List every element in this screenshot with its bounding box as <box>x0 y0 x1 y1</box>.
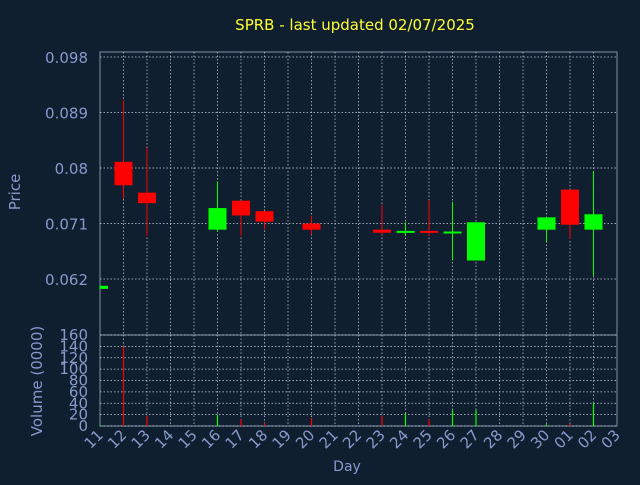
volume-bar <box>545 424 548 426</box>
candle-body <box>537 217 556 230</box>
price-tick-label: 0.062 <box>45 271 88 289</box>
volume-bar <box>122 346 125 426</box>
candle-body <box>302 223 321 230</box>
candle-body <box>232 200 250 216</box>
price-tick-label: 0.098 <box>45 49 88 67</box>
volume-bar <box>99 425 101 427</box>
candle-body <box>114 161 133 186</box>
price-tick-label: 0.08 <box>55 160 88 178</box>
candle-body <box>138 192 156 204</box>
candle-body <box>443 231 462 234</box>
chart-title: SPRB - last updated 02/07/2025 <box>235 16 475 34</box>
chart-background <box>0 0 640 480</box>
volume-bar <box>475 410 477 426</box>
x-axis-ticks: 1112131415161718192021222324252627282930… <box>81 426 624 452</box>
volume-bar <box>146 415 148 426</box>
candle-body <box>208 208 227 230</box>
volume-bar <box>216 414 219 426</box>
volume-bar <box>381 415 383 426</box>
chart-svg: SPRB - last updated 02/07/2025 Price Vol… <box>0 0 640 480</box>
volume-bar <box>263 423 266 426</box>
volume-bar <box>428 419 430 426</box>
price-tick-label: 0.089 <box>45 105 88 123</box>
chart-figure: SPRB - last updated 02/07/2025 Price Vol… <box>0 0 640 480</box>
volume-axis-label: Volume (0000) <box>28 326 46 436</box>
candle-body <box>467 222 485 261</box>
candle-body <box>420 230 438 233</box>
price-tick-label: 0.071 <box>45 216 88 234</box>
volume-bar <box>592 403 595 426</box>
day-axis-label: Day <box>333 459 361 475</box>
candle-body <box>255 211 274 222</box>
candle-body <box>100 285 108 289</box>
volume-bar <box>569 423 571 426</box>
volume-bar <box>310 418 313 426</box>
volume-bar <box>404 413 407 426</box>
volume-bar <box>451 410 454 426</box>
candle-body <box>396 230 415 233</box>
candle-body <box>373 229 391 233</box>
volume-bar <box>240 419 242 426</box>
candle-body <box>561 189 579 225</box>
candle-body <box>584 214 603 230</box>
price-axis-label: Price <box>6 174 24 211</box>
